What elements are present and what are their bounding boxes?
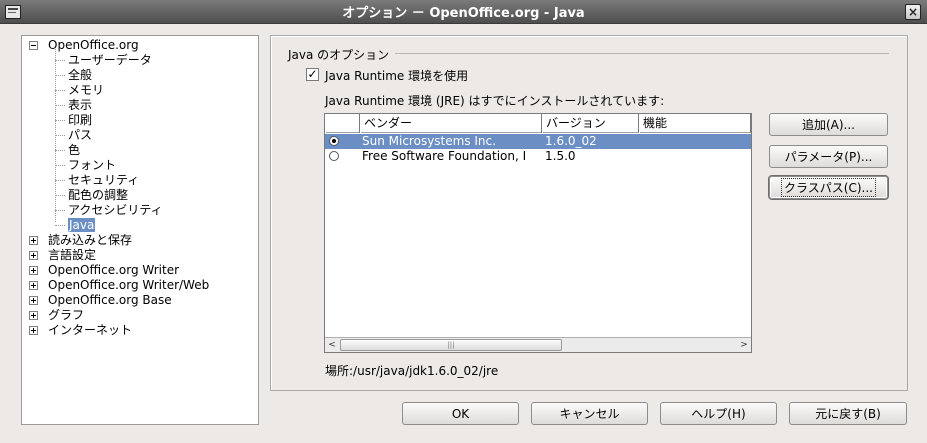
scroll-left-icon[interactable]: <: [325, 338, 339, 352]
tree-node-base[interactable]: OpenOffice.org Base: [48, 293, 172, 308]
tree-node-java-label: Java: [68, 218, 96, 232]
tree-node-writer[interactable]: OpenOffice.org Writer: [48, 263, 179, 278]
jre-row[interactable]: Free Software Foundation, I 1.5.0: [325, 149, 751, 164]
tree-node-java[interactable]: Java: [68, 218, 96, 233]
jre-list-header: ベンダー バージョン 機能: [325, 114, 751, 133]
jre-list[interactable]: ベンダー バージョン 機能 Sun Microsystems Inc. 1.6.…: [324, 113, 752, 353]
tree-node-security[interactable]: セキュリティ: [68, 173, 139, 188]
horizontal-scrollbar[interactable]: < ||| >: [325, 337, 751, 352]
reset-button[interactable]: 元に戻す(B): [789, 402, 907, 425]
cancel-button[interactable]: キャンセル: [531, 402, 648, 425]
add-button[interactable]: 追加(A)...: [769, 113, 888, 136]
tree-node-chart[interactable]: グラフ: [48, 308, 84, 323]
column-header-features[interactable]: 機能: [639, 114, 751, 133]
expand-icon[interactable]: [29, 281, 38, 290]
scrollbar-thumb[interactable]: |||: [340, 339, 562, 351]
window-title: オプション － OpenOffice.org - Java: [342, 6, 585, 21]
column-header-radio[interactable]: [325, 114, 360, 133]
tree-node-colors[interactable]: 色: [68, 143, 80, 158]
column-header-vendor[interactable]: ベンダー: [360, 114, 542, 133]
tree-node-paths[interactable]: パス: [68, 128, 92, 143]
tree-node-print[interactable]: 印刷: [68, 113, 92, 128]
group-divider: [395, 53, 889, 54]
expand-icon[interactable]: [29, 266, 38, 275]
classpath-button-label: クラスパス(C)...: [781, 178, 876, 197]
classpath-button[interactable]: クラスパス(C)...: [769, 176, 888, 199]
use-java-runtime-checkbox[interactable]: ✓: [306, 68, 319, 81]
ok-button[interactable]: OK: [402, 402, 519, 425]
tree-node-language[interactable]: 言語設定: [48, 248, 96, 263]
expand-icon[interactable]: [29, 251, 38, 260]
expand-icon[interactable]: [29, 311, 38, 320]
tree-node-internet[interactable]: インターネット: [48, 323, 132, 338]
jre-version: 1.6.0_02: [545, 134, 597, 148]
tree-node-user-data[interactable]: ユーザーデータ: [68, 53, 152, 68]
jre-radio-selected[interactable]: [329, 136, 339, 146]
close-button[interactable]: ×: [905, 4, 921, 20]
parameters-button[interactable]: パラメータ(P)...: [769, 145, 888, 168]
tree-node-view[interactable]: 表示: [68, 98, 92, 113]
jre-list-label: Java Runtime 環境 (JRE) はすでにインストールされています:: [325, 94, 665, 108]
expand-icon[interactable]: [29, 236, 38, 245]
tree-node-load-save[interactable]: 読み込みと保存: [48, 233, 132, 248]
options-tree[interactable]: OpenOffice.org ユーザーデータ 全般 メモリ 表示 印刷 パス 色…: [21, 35, 259, 425]
collapse-icon[interactable]: [29, 41, 38, 50]
tree-node-writer-web[interactable]: OpenOffice.org Writer/Web: [48, 278, 209, 293]
tree-node-appearance[interactable]: 配色の調整: [68, 188, 128, 203]
group-title: Java のオプション: [288, 48, 390, 62]
tree-node-general[interactable]: 全般: [68, 68, 92, 83]
expand-icon[interactable]: [29, 326, 38, 335]
scroll-right-icon[interactable]: >: [737, 338, 751, 352]
help-button[interactable]: ヘルプ(H): [660, 402, 777, 425]
use-java-runtime-label[interactable]: Java Runtime 環境を使用: [325, 67, 468, 84]
window-menu-icon[interactable]: [5, 5, 21, 19]
jre-vendor: Free Software Foundation, I: [362, 149, 527, 163]
title-bar: オプション － OpenOffice.org - Java ×: [0, 0, 927, 24]
tree-node-openoffice[interactable]: OpenOffice.org: [48, 38, 139, 53]
tree-node-fonts[interactable]: フォント: [68, 158, 116, 173]
jre-vendor: Sun Microsystems Inc.: [362, 134, 496, 148]
expand-icon[interactable]: [29, 296, 38, 305]
column-header-version[interactable]: バージョン: [542, 114, 639, 133]
jre-row[interactable]: Sun Microsystems Inc. 1.6.0_02: [325, 134, 751, 149]
jre-version: 1.5.0: [545, 149, 576, 163]
jre-location: 場所:/usr/java/jdk1.6.0_02/jre: [325, 364, 499, 378]
tree-node-memory[interactable]: メモリ: [68, 83, 104, 98]
jre-radio[interactable]: [329, 151, 339, 161]
tree-node-accessibility[interactable]: アクセシビリティ: [68, 203, 163, 218]
